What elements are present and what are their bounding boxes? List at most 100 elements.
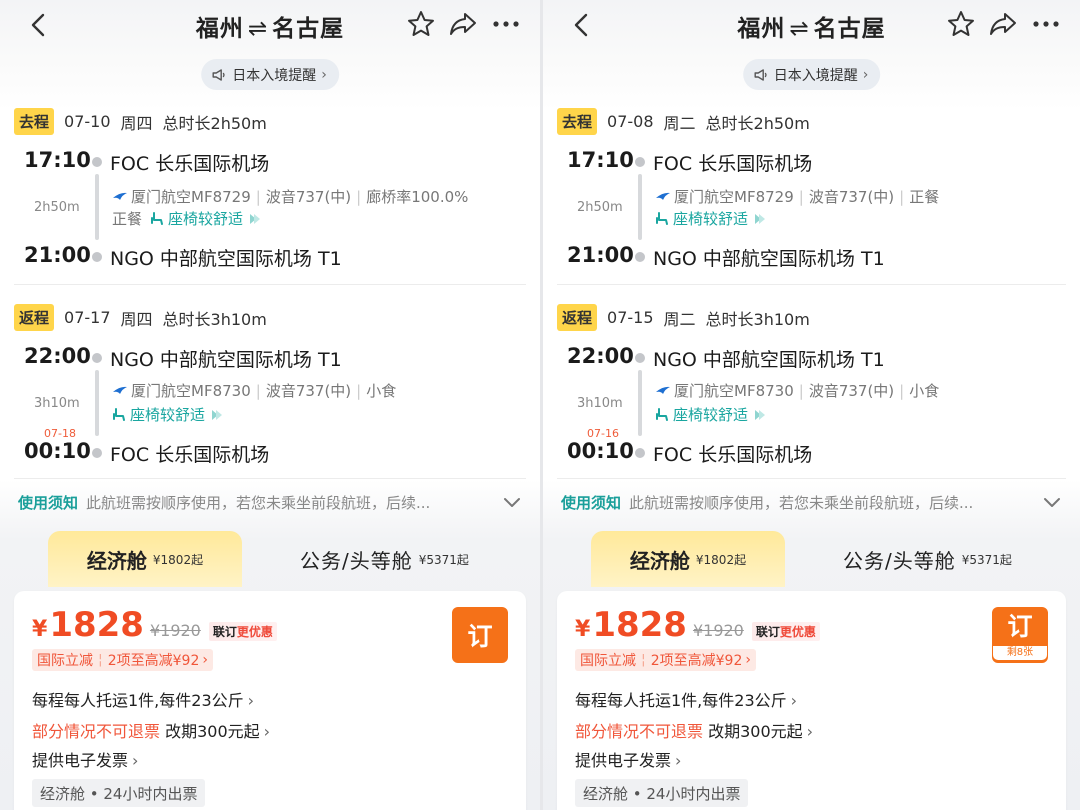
share-icon[interactable] xyxy=(448,10,478,38)
departure-dot xyxy=(635,353,645,363)
tab-business[interactable]: 公务/头等舱 ¥5371起 xyxy=(300,545,469,574)
usage-title: 使用须知 xyxy=(18,494,79,512)
promo-a: 联订 xyxy=(212,625,237,639)
refund-row[interactable]: 部分情况不可退票 改期300元起 › xyxy=(32,718,270,742)
usage-notice[interactable]: 使用须知 此航班需按顺序使用，若您未乘坐前段航班，后续... xyxy=(18,492,430,513)
play-icon xyxy=(250,213,261,224)
comfort-label: 座椅较舒适 xyxy=(168,210,244,228)
departure-time: 17:10 xyxy=(24,148,91,172)
invoice-row[interactable]: 提供电子发票 › xyxy=(575,747,681,771)
seat-icon xyxy=(656,212,668,225)
inbound-tag: 返程 xyxy=(14,304,55,331)
price-row: ¥ 1828 ¥1920 联订 更优惠 xyxy=(32,605,277,645)
separator: ¦ xyxy=(641,652,646,668)
share-icon[interactable] xyxy=(988,10,1018,38)
chevron-down-icon[interactable] xyxy=(502,494,522,510)
favorite-star-icon[interactable] xyxy=(946,9,976,39)
discount-row[interactable]: 国际立减 ¦ 2项至高减¥92 › xyxy=(32,649,213,671)
play-icon xyxy=(755,213,766,224)
usage-text: 此航班需按顺序使用，若您未乘坐前段航班，后续... xyxy=(86,494,431,512)
invoice-row[interactable]: 提供电子发票 › xyxy=(32,747,138,771)
promo-a: 联订 xyxy=(755,625,780,639)
inbound-total-duration: 总时长3h10m xyxy=(705,309,810,329)
header: 福州 ⇌ 名古屋 xyxy=(0,0,540,52)
book-button[interactable]: 订 剩8张 xyxy=(992,607,1048,663)
original-price: ¥1920 xyxy=(149,621,201,640)
notice-chevron-icon: › xyxy=(321,66,327,83)
seat-icon xyxy=(656,408,668,421)
departure-airport: FOC 长乐国际机场 xyxy=(653,153,813,175)
inbound-header: 返程 07-15 周二 总时长3h10m xyxy=(557,304,810,331)
play-icon xyxy=(755,409,766,420)
outbound-tag: 去程 xyxy=(557,108,598,135)
usage-notice[interactable]: 使用须知 此航班需按顺序使用，若您未乘坐前段航班，后续... xyxy=(561,492,973,513)
flight-detail-panel-left: 福州 ⇌ 名古屋 日本入境提醒 › 去程 07-10 周四 总时长2h50m 17:… xyxy=(0,0,540,810)
seats-remaining: 剩8张 xyxy=(992,645,1048,661)
route-line xyxy=(95,370,99,436)
discount-row[interactable]: 国际立减 ¦ 2项至高减¥92 › xyxy=(575,649,756,671)
chevron-right-icon: › xyxy=(247,691,255,710)
currency-symbol: ¥ xyxy=(32,617,48,642)
invoice-text: 提供电子发票 xyxy=(575,751,672,770)
meal-info: 小食 xyxy=(909,382,940,400)
tab-business-label: 公务/头等舱 xyxy=(300,549,413,573)
arrival-time: 00:10 xyxy=(567,439,634,463)
comfort-row[interactable]: 座椅较舒适 xyxy=(655,208,767,229)
flight-number: 厦门航空MF8729 xyxy=(131,188,251,206)
route-arrows: ⇌ xyxy=(247,16,269,42)
arrival-time: 21:00 xyxy=(567,243,634,267)
original-price: ¥1920 xyxy=(692,621,744,640)
departure-airport: NGO 中部航空国际机场 T1 xyxy=(110,349,342,371)
arrival-time: 00:10 xyxy=(24,439,91,463)
chevron-down-icon[interactable] xyxy=(1042,494,1062,510)
departure-airport: NGO 中部航空国际机场 T1 xyxy=(653,349,885,371)
departure-dot xyxy=(635,157,645,167)
comfort-row[interactable]: 座椅较舒适 xyxy=(112,404,224,425)
meal-info: 小食 xyxy=(366,382,397,400)
flight-duration: 2h50m xyxy=(577,200,623,215)
departure-airport: FOC 长乐国际机场 xyxy=(110,153,270,175)
bridge-rate: 廊桥率100.0% xyxy=(366,188,469,206)
currency-symbol: ¥ xyxy=(575,617,591,642)
divider xyxy=(557,478,1066,479)
baggage-row[interactable]: 每程每人托运1件,每件23公斤 › xyxy=(575,687,797,711)
more-icon[interactable] xyxy=(1030,12,1062,36)
baggage-text: 每程每人托运1件,每件23公斤 xyxy=(32,691,244,710)
separator: | xyxy=(798,381,804,400)
separator: | xyxy=(255,187,261,206)
comfort-row[interactable]: 正餐 座椅较舒适 xyxy=(112,208,262,229)
origin-city: 福州 xyxy=(195,16,244,42)
book-label: 订 xyxy=(467,622,493,651)
aircraft-type: 波音737(中) xyxy=(808,188,895,206)
aircraft-type: 波音737(中) xyxy=(808,382,895,400)
aircraft-type: 波音737(中) xyxy=(265,382,352,400)
tab-economy-label: 经济舱 xyxy=(629,548,690,573)
tab-economy[interactable]: 经济舱 ¥1802起 xyxy=(591,531,785,587)
xiamen-air-icon xyxy=(113,192,127,200)
japan-entry-notice[interactable]: 日本入境提醒 › xyxy=(201,59,339,90)
book-button[interactable]: 订 xyxy=(452,607,508,663)
departure-dot xyxy=(92,353,102,363)
usage-title: 使用须知 xyxy=(561,494,622,512)
refund-row[interactable]: 部分情况不可退票 改期300元起 › xyxy=(575,718,813,742)
promo-b: 更优惠 xyxy=(779,625,816,639)
fare-card: ¥ 1828 ¥1920 联订 更优惠 国际立减 ¦ 2项至高减¥92 › 订 剩8张… xyxy=(557,591,1066,810)
tab-business[interactable]: 公务/头等舱 ¥5371起 xyxy=(843,545,1012,574)
meal-info: 正餐 xyxy=(909,188,940,206)
arrival-airport: NGO 中部航空国际机场 T1 xyxy=(653,248,885,270)
favorite-star-icon[interactable] xyxy=(406,9,436,39)
comfort-row[interactable]: 座椅较舒适 xyxy=(655,404,767,425)
cabin-ticketing-tag: 经济舱 • 24小时内出票 xyxy=(32,779,206,807)
inbound-weekday: 周二 xyxy=(663,309,696,329)
discount-type: 国际立减 xyxy=(580,653,636,669)
tab-economy[interactable]: 经济舱 ¥1802起 xyxy=(48,531,242,587)
xiamen-air-icon xyxy=(656,192,670,200)
inbound-weekday: 周四 xyxy=(120,309,153,329)
arrival-dot xyxy=(635,252,645,262)
baggage-row[interactable]: 每程每人托运1件,每件23公斤 › xyxy=(32,687,254,711)
japan-entry-notice[interactable]: 日本入境提醒 › xyxy=(742,59,881,90)
more-icon[interactable] xyxy=(490,12,522,36)
divider xyxy=(14,478,526,479)
arrival-dot xyxy=(635,448,645,458)
play-icon xyxy=(212,409,223,420)
